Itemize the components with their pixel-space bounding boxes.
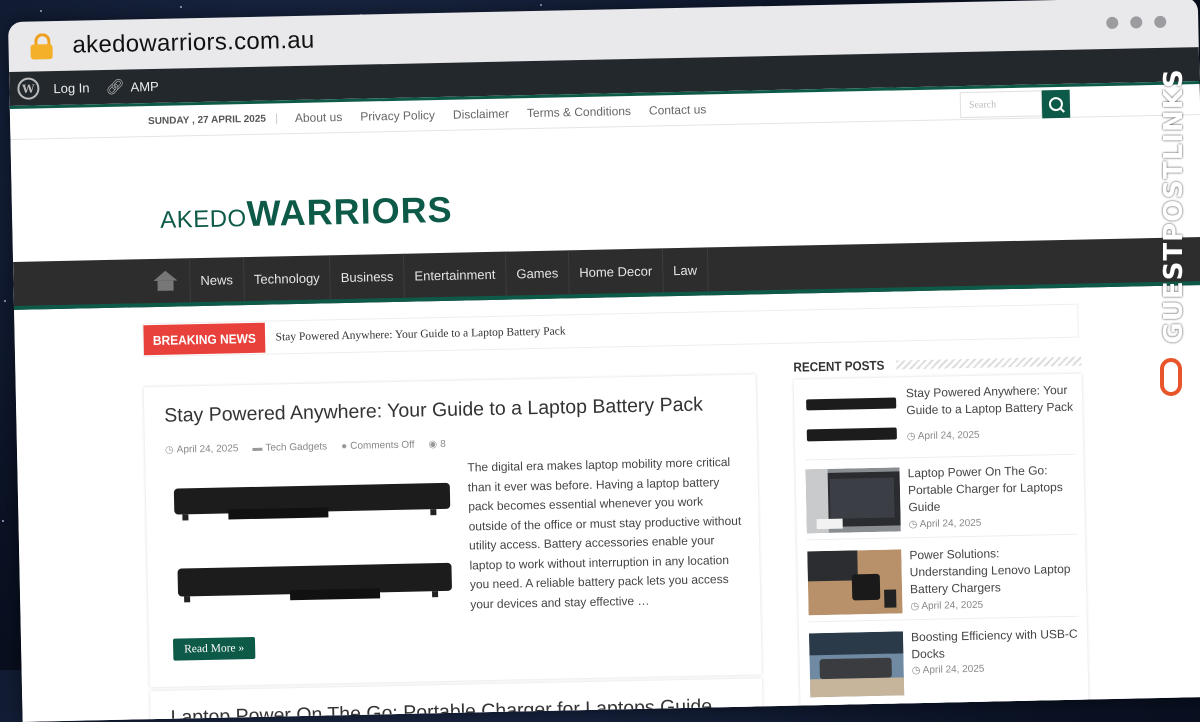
guestpostlinks-watermark: GUESTPOSTLINKS [1156, 56, 1196, 396]
login-link[interactable]: Log In [53, 80, 89, 96]
article-title[interactable]: Stay Powered Anywhere: Your Guide to a L… [164, 394, 703, 428]
window-controls [1106, 15, 1167, 29]
list-item[interactable]: Boosting Efficiency with USB-C Docks ◷ A… [808, 622, 1082, 704]
list-item[interactable]: Power Solutions: Understanding Lenovo La… [807, 539, 1080, 623]
search-button[interactable] [1041, 89, 1071, 119]
watermark-text: GUESTPOSTLINKS [1159, 68, 1189, 344]
login-label: Log In [53, 79, 90, 96]
post-date: ◷ April 24, 2025 [906, 429, 980, 443]
post-thumbnail[interactable] [805, 467, 901, 534]
article-thumbnail[interactable] [167, 464, 457, 621]
search-box: Search [959, 89, 1071, 120]
browser-window: akedowarriors.com.au W Log In 🔗︎ AMP SUN… [8, 0, 1200, 722]
window-dot-icon[interactable] [1130, 16, 1143, 29]
home-icon[interactable] [140, 258, 191, 304]
article-views: 8 [440, 438, 446, 451]
search-icon [1048, 96, 1064, 112]
nav-item-law[interactable]: Law [662, 247, 709, 293]
post-thumbnail[interactable] [803, 387, 900, 454]
list-item[interactable]: Laptop Power On The Go: Portable Charger… [805, 457, 1078, 541]
wordpress-icon[interactable]: W [17, 77, 40, 100]
post-thumbnail[interactable] [807, 549, 903, 616]
amp-label: AMP [130, 78, 159, 94]
post-date: ◷ April 24, 2025 [910, 599, 984, 613]
post-title[interactable]: Boosting Efficiency with USB-C Docks [911, 626, 1082, 664]
post-thumbnail[interactable] [808, 631, 905, 698]
search-input[interactable]: Search [959, 90, 1043, 119]
sidebar-title: Recent Posts [793, 357, 885, 375]
top-nav-contact[interactable]: Contact us [649, 102, 707, 117]
nav-item-entertainment[interactable]: Entertainment [403, 251, 507, 298]
logo-main: WARRIORS [246, 188, 453, 235]
post-title[interactable]: Laptop Power On The Go: Portable Charger… [907, 462, 1078, 517]
top-nav-terms[interactable]: Terms & Conditions [527, 104, 631, 120]
nav-item-news[interactable]: News [189, 257, 245, 303]
link-icon: 🔗︎ [105, 78, 125, 96]
article-card: Stay Powered Anywhere: Your Guide to a L… [143, 374, 762, 688]
comments-icon: ● [341, 440, 348, 453]
window-dot-icon[interactable] [1106, 16, 1119, 29]
clock-icon: ◷ [164, 444, 174, 456]
post-date: ◷ April 24, 2025 [908, 517, 982, 531]
article-excerpt: The digital era makes laptop mobility mo… [467, 454, 742, 611]
top-nav-disclaimer[interactable]: Disclaimer [453, 107, 509, 122]
article-meta: ◷ April 24, 2025 ▬ Tech Gadgets ● Comments … [165, 439, 446, 456]
post-title[interactable]: Power Solutions: Understanding Lenovo La… [909, 544, 1080, 599]
list-item[interactable]: Stay Powered Anywhere: Your Guide to a L… [803, 377, 1077, 461]
main-nav: News Technology Business Entertainment G… [13, 237, 1200, 310]
amp-link[interactable]: 🔗︎ AMP [105, 77, 159, 96]
folder-icon: ▬ [252, 442, 263, 454]
nav-item-games[interactable]: Games [505, 250, 570, 296]
read-more-button[interactable]: Read More » [172, 636, 256, 661]
top-nav-about[interactable]: About us [295, 110, 343, 125]
breaking-news-headline[interactable]: Stay Powered Anywhere: Your Guide to a L… [275, 325, 565, 343]
article-date: April 24, 2025 [176, 443, 239, 456]
article-title[interactable]: Laptop Power On The Go: Portable Charger… [170, 695, 712, 721]
eye-icon: ◉ [428, 439, 438, 451]
lock-icon [30, 33, 53, 60]
top-nav-privacy[interactable]: Privacy Policy [360, 108, 435, 124]
sidebar-heading: Recent Posts [793, 354, 1082, 375]
nav-item-home-decor[interactable]: Home Decor [568, 248, 664, 295]
breaking-news-label: Breaking News [143, 322, 266, 356]
breaking-news-ticker: Breaking News Stay Powered Anywhere: You… [142, 303, 1079, 358]
nav-item-technology[interactable]: Technology [243, 255, 332, 302]
link-logo-icon [1160, 358, 1182, 396]
current-date: SUNDAY , 27 APRIL 2025 [147, 112, 278, 127]
window-dot-icon[interactable] [1154, 15, 1167, 28]
logo-prefix: AKEDO [159, 205, 247, 234]
post-title[interactable]: Stay Powered Anywhere: Your Guide to a L… [906, 382, 1077, 420]
nav-item-business[interactable]: Business [330, 253, 405, 300]
web-page: W Log In 🔗︎ AMP SUNDAY , 27 APRIL 2025 A… [9, 47, 1200, 722]
site-logo[interactable]: AKEDOWARRIORS [160, 189, 453, 237]
article-category[interactable]: Tech Gadgets [265, 441, 327, 453]
url-text: akedowarriors.com.au [72, 26, 315, 59]
article-comments: Comments Off [350, 439, 415, 452]
